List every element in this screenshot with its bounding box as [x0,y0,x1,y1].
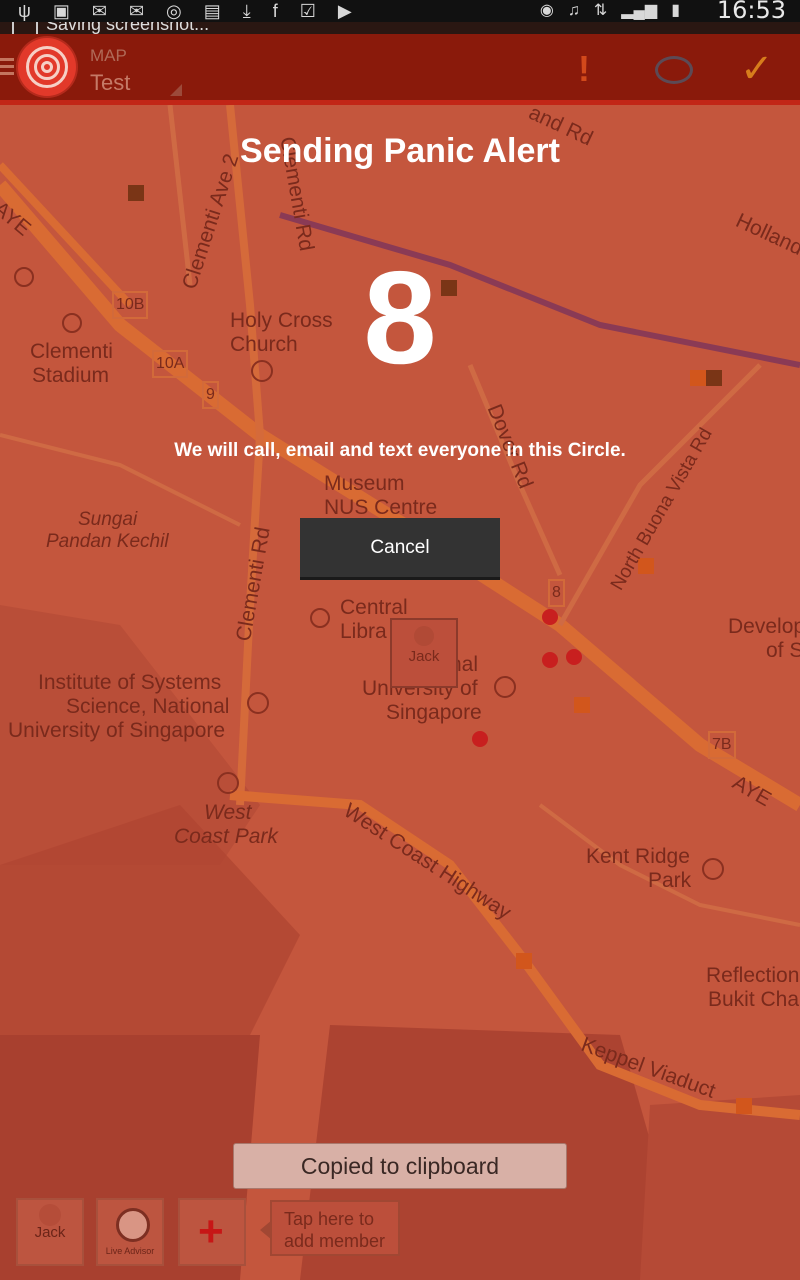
image-icon: ▣ [52,1,70,21]
menu-icon[interactable] [0,58,14,75]
avatar [39,1204,61,1226]
map-label: Singapore [386,701,482,724]
chat-icon[interactable] [655,56,693,84]
map-label: Coast Park [174,825,278,848]
cancel-button[interactable]: Cancel [300,518,500,580]
action-bar: MAP Test ! ✓ [0,34,800,105]
clock: 16:53 [716,0,786,22]
app-logo[interactable] [18,38,76,96]
system-icons: ◉ ♫ ⇅ ▂▄▆ ▮ [540,0,680,22]
add-member-button[interactable]: + [178,1198,246,1266]
add-icon: + [198,1207,224,1256]
map-label: Pandan Kechil [46,531,169,552]
map-label: Sungai [78,509,138,530]
member-name: Jack [34,1224,66,1241]
map-label: Science, National [66,695,230,718]
map-label: Park [648,869,692,892]
screenshot-icon [12,22,38,34]
advisor-icon [116,1208,150,1242]
sync-icon: ⇅ [593,2,608,19]
panic-message: We will call, email and text everyone in… [174,440,626,461]
ticker-text: Saving screenshot... [46,22,210,34]
map-label: Central [340,596,408,619]
map-label: Develop [728,615,800,638]
facebook-icon: f [272,1,278,21]
marker-name: Jack [408,648,440,665]
map-label: Kent Ridge [586,845,690,868]
screen-subtitle: MAP [90,46,127,65]
member-avatar-jack[interactable]: Jack [16,1198,84,1266]
map-label: West [204,801,252,824]
check-icon: ☑ [299,1,316,21]
circle-selector[interactable]: Test [90,70,130,96]
email-icon: ✉ [128,1,145,21]
map-label: Museum [324,472,405,495]
status-bar: ψ ▣ ✉ ✉ ◎ ▤ ⤓ f ☑ ▶ ◉ ♫ ⇅ ▂▄▆ ▮ 16:53 [0,0,800,22]
download-icon: ⤓ [242,1,251,21]
panic-title: Sending Panic Alert [240,132,560,170]
advisor-label: Live Advisor [105,1246,155,1256]
alert-icon[interactable]: ! [578,48,590,90]
map-label: 7B [708,731,736,759]
play-icon: ▶ [337,1,352,21]
add-member-hint[interactable]: Tap here to add member [260,1200,400,1256]
map-label: University of Singapore [8,719,226,742]
notification-ticker: Saving screenshot... [0,22,800,34]
map-label: NUS Centre [324,496,438,519]
notification-icons: ψ ▣ ✉ ✉ ◎ ▤ ⤓ f ☑ ▶ [18,0,352,22]
panic-countdown: 8 [363,244,437,391]
email-icon: ✉ [91,1,107,21]
member-location-marker[interactable]: Jack [390,618,458,688]
dropdown-indicator-icon [170,84,182,96]
map-label: Libra [340,620,387,643]
usb-icon: ψ [18,1,31,21]
live-advisor-button[interactable]: Live Advisor [96,1198,164,1266]
avatar [414,626,434,646]
toast-message: Copied to clipboard [233,1143,567,1189]
battery-icon: ▮ [671,2,680,19]
signal-icon: ▂▄▆ [621,2,658,19]
map-label: Reflection [706,964,800,987]
mute-icon: ♫ [567,2,580,19]
checkin-icon[interactable]: ✓ [740,46,774,92]
map-label: Institute of Systems [38,671,222,694]
map-label: 8 [548,579,565,607]
map-label: Bukit Cha [708,988,800,1011]
app-icon: ◎ [166,1,182,21]
eye-icon: ◉ [539,2,554,19]
app-icon: ▤ [203,1,221,21]
map-label: of S [766,639,800,662]
